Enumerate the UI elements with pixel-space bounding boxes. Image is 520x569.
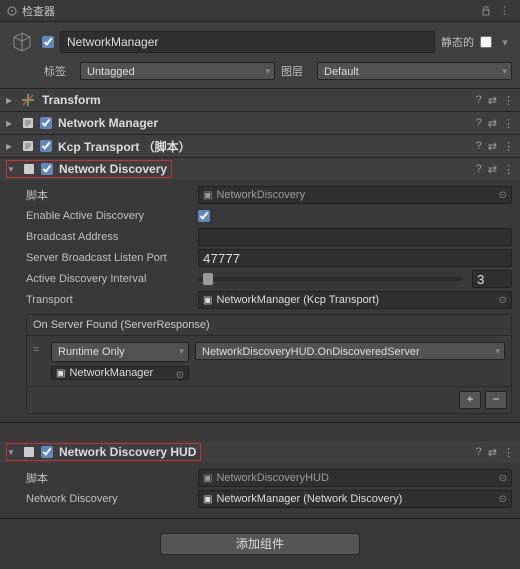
component-header-network-manager[interactable]: Network Manager ? ⇄ ⋮ [0, 112, 520, 134]
component-title: Network Discovery [57, 162, 167, 176]
add-component-button[interactable]: 添加组件 [160, 533, 360, 555]
script-mini-icon: ▣ [203, 494, 212, 505]
component-header-network-discovery-hud[interactable]: Network Discovery HUD ? ⇄ ⋮ [0, 441, 520, 463]
script-label: 脚本 [8, 470, 198, 486]
help-icon[interactable]: ? [476, 94, 482, 107]
unity-event-on-server-found: On Server Found (ServerResponse) = Runti… [26, 314, 512, 414]
script-icon [20, 115, 36, 131]
component-enable-checkbox[interactable] [41, 163, 53, 175]
component-enable-checkbox[interactable] [40, 140, 52, 152]
panel-title: 检查器 [22, 3, 55, 19]
help-icon[interactable]: ? [476, 446, 482, 459]
network-discovery-field[interactable]: ▣NetworkManager (Network Discovery)⊙ [198, 490, 512, 508]
object-picker-icon[interactable]: ⊙ [499, 190, 507, 201]
slider-thumb[interactable] [203, 273, 213, 285]
tag-dropdown[interactable]: Untagged [80, 62, 275, 80]
foldout-icon[interactable] [6, 142, 16, 151]
component-title: Network Manager [56, 116, 472, 130]
menu-icon[interactable]: ⋮ [495, 4, 514, 17]
event-call-state-dropdown[interactable]: Runtime Only [51, 342, 189, 362]
gameobject-mini-icon: ▣ [56, 368, 65, 379]
event-target-field[interactable]: ▣NetworkManager⊙ [51, 366, 189, 380]
component-title: Network Discovery HUD [57, 445, 196, 459]
object-picker-icon[interactable]: ⊙ [499, 295, 507, 306]
foldout-icon[interactable] [7, 448, 17, 457]
active-discovery-interval-label: Active Discovery Interval [8, 273, 198, 285]
preset-icon[interactable]: ⇄ [488, 94, 497, 107]
broadcast-address-label: Broadcast Address [8, 231, 198, 243]
transport-field[interactable]: ▣NetworkManager (Kcp Transport)⊙ [198, 291, 512, 309]
network-discovery-label: Network Discovery [8, 493, 198, 505]
broadcast-address-field[interactable] [198, 228, 512, 246]
script-label: 脚本 [8, 187, 198, 203]
preset-icon[interactable]: ⇄ [488, 446, 497, 459]
list-drag-handle[interactable]: = [33, 342, 45, 356]
help-icon[interactable]: ? [476, 140, 482, 153]
script-icon [21, 444, 37, 460]
event-remove-button[interactable]: − [485, 391, 507, 409]
static-dropdown-icon[interactable]: ▾ [498, 36, 512, 49]
component-header-kcp-transport[interactable]: Kcp Transport （脚本） ? ⇄ ⋮ [0, 135, 520, 157]
component-header-network-discovery[interactable]: Network Discovery ? ⇄ ⋮ [0, 158, 520, 180]
static-checkbox[interactable] [480, 36, 492, 48]
gameobject-name-field[interactable] [60, 31, 435, 53]
object-picker-icon[interactable]: ⊙ [499, 473, 507, 484]
context-menu-icon[interactable]: ⋮ [503, 94, 514, 107]
gameobject-icon[interactable] [8, 28, 36, 56]
foldout-icon[interactable] [6, 119, 16, 128]
preset-icon[interactable]: ⇄ [488, 140, 497, 153]
help-icon[interactable]: ? [476, 163, 482, 176]
context-menu-icon[interactable]: ⋮ [503, 446, 514, 459]
component-title: Kcp Transport （脚本） [56, 138, 472, 155]
event-add-button[interactable]: + [459, 391, 481, 409]
tag-label: 标签 [44, 63, 74, 79]
component-enable-checkbox[interactable] [40, 117, 52, 129]
event-function-dropdown[interactable]: NetworkDiscoveryHUD.OnDiscoveredServer [195, 342, 505, 360]
inspector-icon [6, 5, 18, 17]
component-enable-checkbox[interactable] [41, 446, 53, 458]
foldout-icon[interactable] [7, 165, 17, 174]
script-mini-icon: ▣ [203, 190, 212, 201]
lock-icon[interactable] [477, 6, 495, 16]
preset-icon[interactable]: ⇄ [488, 163, 497, 176]
script-mini-icon: ▣ [203, 473, 212, 484]
object-picker-icon[interactable]: ⊙ [499, 494, 507, 505]
static-label: 静态的 [441, 34, 474, 50]
layer-dropdown[interactable]: Default [317, 62, 512, 80]
script-mini-icon: ▣ [203, 295, 212, 306]
object-picker-icon[interactable]: ⊙ [176, 370, 184, 381]
active-discovery-interval-value[interactable] [472, 270, 512, 288]
layer-label: 图层 [281, 63, 311, 79]
component-header-transform[interactable]: Transform ? ⇄ ⋮ [0, 89, 520, 111]
context-menu-icon[interactable]: ⋮ [503, 163, 514, 176]
preset-icon[interactable]: ⇄ [488, 117, 497, 130]
enable-active-discovery-checkbox[interactable] [198, 210, 210, 222]
transport-label: Transport [8, 294, 198, 306]
enable-active-discovery-label: Enable Active Discovery [8, 210, 198, 222]
transform-icon [20, 92, 36, 108]
help-icon[interactable]: ? [476, 117, 482, 130]
component-title: Transform [40, 93, 472, 107]
script-icon [21, 161, 37, 177]
server-broadcast-port-label: Server Broadcast Listen Port [8, 252, 198, 264]
foldout-icon[interactable] [6, 96, 16, 105]
script-field: ▣NetworkDiscoveryHUD⊙ [198, 469, 512, 487]
script-icon [20, 138, 36, 154]
context-menu-icon[interactable]: ⋮ [503, 117, 514, 130]
gameobject-active-checkbox[interactable] [42, 36, 54, 48]
script-field: ▣NetworkDiscovery⊙ [198, 186, 512, 204]
server-broadcast-port-field[interactable] [198, 249, 512, 267]
context-menu-icon[interactable]: ⋮ [503, 140, 514, 153]
active-discovery-interval-slider[interactable] [198, 277, 462, 281]
event-title: On Server Found (ServerResponse) [27, 315, 511, 336]
